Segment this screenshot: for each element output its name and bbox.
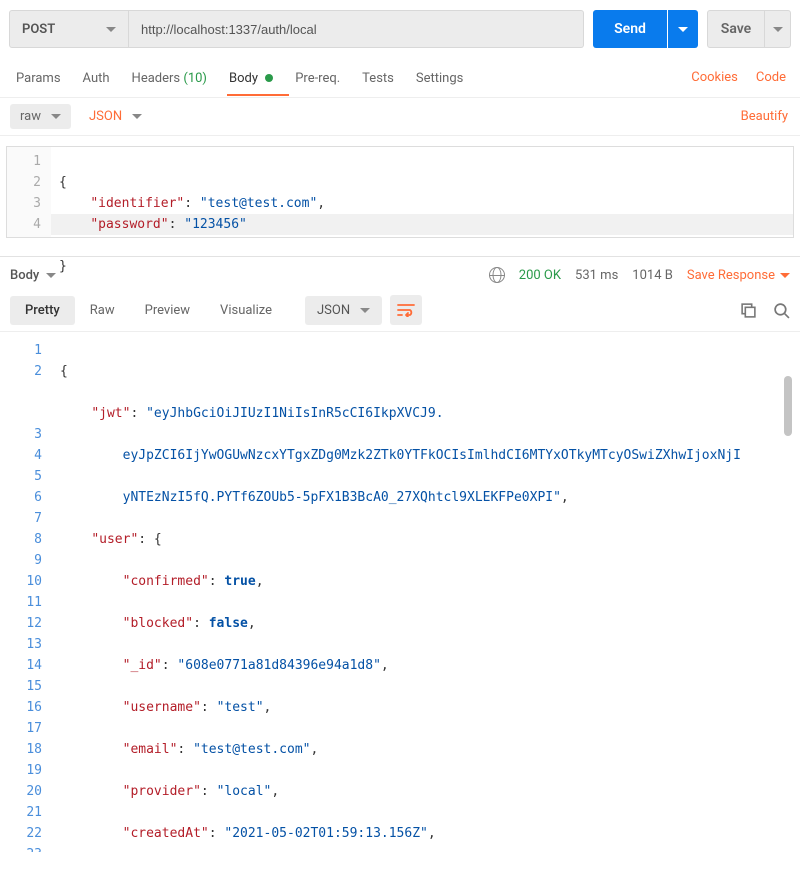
url-input[interactable] bbox=[129, 10, 584, 48]
caret-down-icon bbox=[360, 308, 370, 313]
beautify-link[interactable]: Beautify bbox=[741, 109, 790, 124]
tab-tests[interactable]: Tests bbox=[360, 61, 396, 95]
response-view-tabs: Pretty Raw Preview Visualize JSON bbox=[0, 289, 800, 332]
response-body-select[interactable]: Body bbox=[10, 268, 56, 283]
unsaved-dot-icon bbox=[265, 74, 273, 82]
body-options: raw JSON Beautify bbox=[0, 98, 800, 136]
tab-raw[interactable]: Raw bbox=[75, 296, 130, 325]
caret-down-icon bbox=[106, 27, 116, 32]
tab-pretty[interactable]: Pretty bbox=[10, 296, 75, 325]
tab-headers[interactable]: Headers (10) bbox=[130, 61, 209, 95]
tab-preview[interactable]: Preview bbox=[130, 296, 205, 325]
tab-body[interactable]: Body bbox=[227, 61, 275, 95]
tab-visualize[interactable]: Visualize bbox=[205, 296, 287, 325]
caret-down-icon bbox=[780, 273, 790, 278]
copy-icon[interactable] bbox=[740, 302, 757, 319]
code-link[interactable]: Code bbox=[756, 70, 786, 85]
tabs-right: Cookies Code bbox=[691, 70, 786, 85]
caret-down-icon bbox=[46, 273, 56, 278]
save-response-button[interactable]: Save Response bbox=[687, 268, 790, 283]
response-format-select[interactable]: JSON bbox=[305, 296, 382, 325]
caret-down-icon bbox=[773, 27, 783, 32]
response-body-editor[interactable]: 12 34567891011121314151617181920212223 {… bbox=[6, 332, 794, 852]
tab-settings[interactable]: Settings bbox=[414, 61, 465, 95]
body-lang-select[interactable]: JSON bbox=[81, 104, 150, 129]
line-gutter: 12 34567891011121314151617181920212223 bbox=[6, 336, 54, 852]
status-code: 200 OK bbox=[519, 268, 561, 283]
body-type-select[interactable]: raw bbox=[10, 104, 71, 129]
caret-down-icon bbox=[51, 114, 61, 119]
method-label: POST bbox=[22, 22, 55, 37]
scrollbar[interactable] bbox=[784, 376, 792, 436]
save-group: Save bbox=[707, 10, 791, 48]
search-icon[interactable] bbox=[773, 302, 790, 319]
send-dropdown[interactable] bbox=[668, 10, 698, 48]
tab-params[interactable]: Params bbox=[14, 61, 63, 95]
line-gutter: 1234 bbox=[7, 147, 51, 237]
send-group: Send bbox=[593, 10, 698, 48]
wrap-icon bbox=[397, 303, 415, 317]
request-body-editor[interactable]: 1234 { "identifier": "test@test.com", "p… bbox=[6, 146, 794, 238]
response-time: 531 ms bbox=[575, 268, 618, 283]
tab-prereq[interactable]: Pre-req. bbox=[293, 61, 342, 95]
response-size: 1014 B bbox=[632, 268, 673, 283]
tab-auth[interactable]: Auth bbox=[81, 61, 112, 95]
code-area[interactable]: { "identifier": "test@test.com", "passwo… bbox=[51, 147, 793, 237]
globe-icon[interactable] bbox=[489, 267, 505, 283]
save-dropdown[interactable] bbox=[765, 10, 791, 48]
save-button[interactable]: Save bbox=[707, 10, 765, 48]
caret-down-icon bbox=[678, 27, 688, 32]
request-tabs: Params Auth Headers (10) Body Pre-req. T… bbox=[0, 58, 800, 98]
send-button[interactable]: Send bbox=[593, 10, 667, 48]
wrap-lines-button[interactable] bbox=[390, 295, 422, 325]
request-row: POST Send Save bbox=[0, 0, 800, 58]
caret-down-icon bbox=[132, 114, 142, 119]
code-area[interactable]: { "jwt": "eyJhbGciOiJIUzI1NiIsInR5cCI6Ik… bbox=[54, 336, 794, 852]
cookies-link[interactable]: Cookies bbox=[691, 70, 738, 85]
method-select[interactable]: POST bbox=[9, 10, 129, 48]
